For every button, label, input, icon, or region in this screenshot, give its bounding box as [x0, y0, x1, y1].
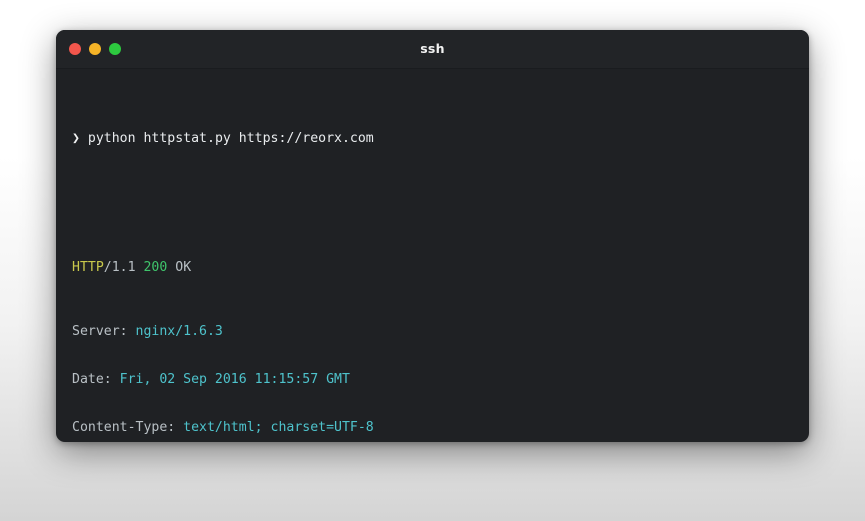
http-version: /1.1: [103, 259, 136, 275]
terminal-window: ssh ❯ python httpstat.py https://reorx.c…: [56, 30, 809, 442]
http-protocol: HTTP: [72, 259, 104, 275]
header-value: nginx/1.6.3: [135, 323, 223, 339]
http-status-code: 200: [143, 259, 168, 275]
header-key: Date:: [72, 371, 112, 387]
http-status-reason: OK: [175, 259, 192, 275]
window-title: ssh: [420, 41, 445, 56]
header-value: Fri, 02 Sep 2016 11:15:57 GMT: [119, 371, 350, 387]
command-line: ❯ python httpstat.py https://reorx.com: [72, 131, 793, 147]
header-key: Server:: [72, 323, 128, 339]
header-key: Content-Type:: [72, 419, 176, 435]
http-status-line: HTTP/1.1 200 OK: [72, 260, 793, 276]
header-row: Date: Fri, 02 Sep 2016 11:15:57 GMT: [72, 372, 793, 388]
command-string: python httpstat.py https://reorx.com: [87, 131, 374, 147]
header-row: Content-Type: text/html; charset=UTF-8: [72, 420, 793, 436]
command-text: [80, 131, 88, 146]
header-value: text/html; charset=UTF-8: [183, 419, 374, 435]
header-row: Server: nginx/1.6.3: [72, 324, 793, 340]
terminal-body[interactable]: ❯ python httpstat.py https://reorx.com H…: [56, 69, 809, 442]
window-titlebar[interactable]: ssh: [56, 30, 809, 69]
prompt-symbol: ❯: [72, 131, 80, 147]
